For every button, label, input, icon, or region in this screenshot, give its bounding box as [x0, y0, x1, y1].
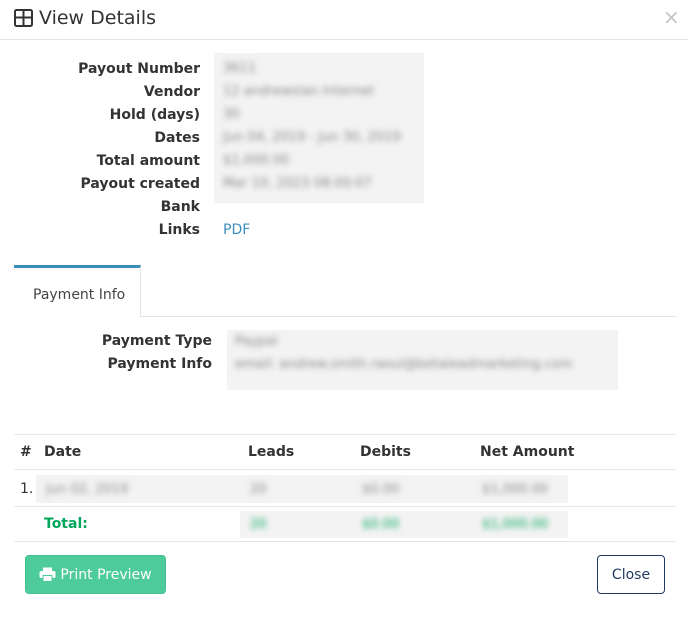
print-preview-label: Print Preview: [60, 566, 152, 583]
close-button[interactable]: Close: [597, 555, 665, 594]
close-icon[interactable]: ×: [663, 7, 680, 27]
detail-value: $1,000.00: [223, 153, 290, 168]
table-row-index: 1.: [20, 481, 34, 497]
table-cell-debits: $0.00: [362, 482, 400, 497]
tab-payment-info-label[interactable]: Payment Info: [33, 287, 125, 303]
detail-value: Mar 10, 2023 08:00:07: [223, 176, 373, 191]
detail-label: Total amount: [96, 153, 200, 169]
table-total-leads: 20: [250, 517, 267, 532]
table-cell-date: Jun 02, 2019: [46, 482, 129, 497]
table-top-border: [14, 434, 676, 435]
detail-row-payout-created: Payout created Mar 10, 2023 08:00:07: [0, 176, 688, 199]
table-header-debits: Debits: [360, 444, 411, 460]
table-bottom-border: [14, 541, 676, 542]
pdf-link[interactable]: PDF: [223, 222, 250, 238]
detail-label: Payout Number: [78, 61, 200, 77]
detail-row-payout-number: Payout Number 3611: [0, 61, 688, 84]
detail-row-dates: Dates Jun 04, 2019 - Jun 30, 2019: [0, 130, 688, 153]
table-header-border: [14, 469, 676, 470]
payment-info-value: email: andrew.smith.raoul@betaleadmarket…: [235, 357, 573, 372]
table-header-date: Date: [44, 444, 82, 460]
view-details-modal: View Details × Payout Number 3611 Vendor…: [0, 0, 688, 619]
grid-icon: [14, 9, 33, 27]
payment-type-value: Paypal: [235, 334, 278, 349]
detail-value: Jun 04, 2019 - Jun 30, 2019: [223, 130, 401, 145]
table-cell-net-amount: $1,000.00: [482, 482, 549, 497]
modal-header: View Details ×: [0, 0, 688, 40]
print-preview-button[interactable]: Print Preview: [25, 555, 166, 594]
detail-row-links: Links PDF: [0, 222, 688, 245]
table-header-leads: Leads: [248, 444, 295, 460]
detail-row-total-amount: Total amount $1,000.00: [0, 153, 688, 176]
table-row-border: [14, 506, 676, 507]
detail-value: 12 andrewslan Internet: [223, 84, 375, 99]
modal-title: View Details: [39, 7, 156, 29]
table-cell-leads: 20: [250, 482, 267, 497]
table-header-net-amount: Net Amount: [480, 444, 575, 460]
detail-value: 30: [223, 107, 240, 122]
detail-row-vendor: Vendor 12 andrewslan Internet: [0, 84, 688, 107]
table-total-net-amount: $1,000.00: [482, 517, 549, 532]
payment-type-label: Payment Type: [101, 333, 212, 349]
payment-info-label: Payment Info: [107, 356, 212, 372]
detail-label: Dates: [154, 130, 200, 146]
detail-value: 3611: [223, 61, 257, 76]
detail-label: Payout created: [80, 176, 200, 192]
printer-icon: [39, 567, 56, 582]
detail-label: Vendor: [143, 84, 200, 100]
detail-label: Links: [158, 222, 200, 238]
detail-row-hold-days: Hold (days) 30: [0, 107, 688, 130]
table-total-label: Total:: [44, 516, 88, 532]
detail-row-bank: Bank: [0, 199, 688, 222]
table-total-debits: $0.00: [362, 517, 400, 532]
detail-label: Bank: [160, 199, 200, 215]
table-header-index: #: [20, 444, 32, 460]
detail-label: Hold (days): [109, 107, 200, 123]
